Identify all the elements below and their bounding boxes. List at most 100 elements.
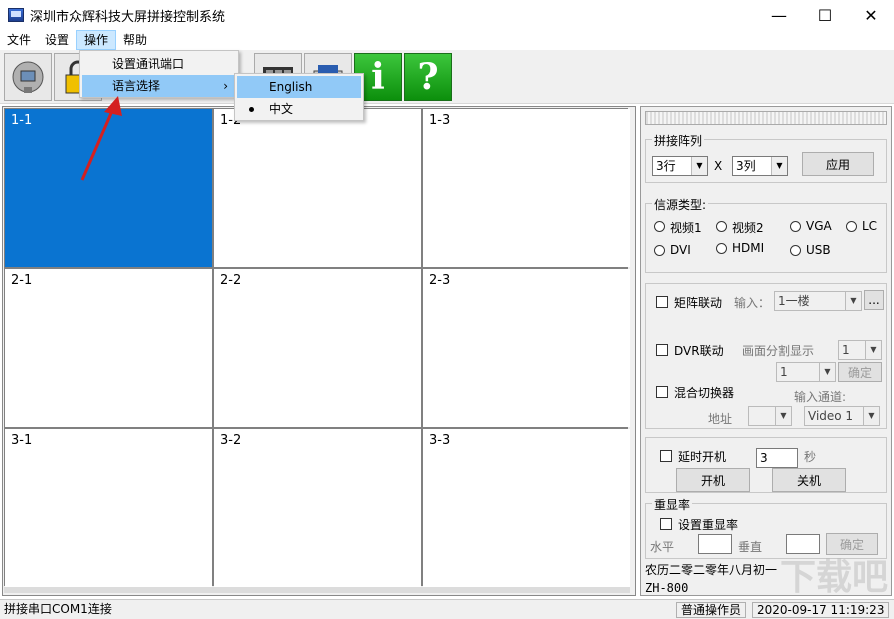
input-select[interactable]: 1一楼 ▼ [774, 291, 862, 311]
source-type-group: 信源类型: 视频1 视频2 VGA LC DVI HDMI USB [645, 196, 887, 273]
input-browse-button[interactable]: ... [864, 290, 884, 310]
satellite-icon [12, 61, 44, 93]
language-label: 语言选择 [112, 79, 161, 93]
matrix-label: 矩阵联动 [674, 296, 723, 310]
horizontal-scrollbar[interactable] [4, 587, 630, 593]
refresh-label: 设置重显率 [678, 518, 739, 532]
video2-label: 视频2 [732, 221, 764, 235]
power-off-button[interactable]: 关机 [772, 468, 846, 492]
grid-cell-2-3[interactable]: 2-3 [423, 269, 630, 427]
mixer-label: 混合切换器 [674, 386, 735, 400]
radio-video2[interactable] [716, 221, 727, 232]
delay-checkbox[interactable] [660, 450, 672, 462]
chevron-down-icon: ▼ [691, 157, 707, 175]
connect-tool-button[interactable] [4, 53, 52, 101]
help-tool-button[interactable]: ? [404, 53, 452, 101]
window-title: 深圳市众辉科技大屏拼接控制系统 [30, 9, 226, 25]
grid-cell-1-3[interactable]: 1-3 [423, 109, 630, 267]
chevron-down-icon: ▼ [863, 407, 879, 425]
grid-cell-1-1[interactable]: 1-1 [5, 109, 212, 267]
splice-array-title: 拼接阵列 [652, 132, 705, 149]
usb-label: USB [806, 243, 831, 257]
cols-select[interactable]: 3列 ▼ [732, 156, 788, 176]
mixer-checkbox[interactable] [656, 386, 668, 398]
radio-dvi[interactable] [654, 245, 665, 256]
rows-select[interactable]: 3行 ▼ [652, 156, 708, 176]
minimize-button[interactable]: — [756, 0, 802, 30]
linkage-group: 矩阵联动 输入： 1一楼 ▼ ... DVR联动 画面分割显示 1 ▼ 1 ▼ … [645, 283, 887, 429]
video1-label: 视频1 [670, 221, 702, 235]
radio-video1[interactable] [654, 221, 665, 232]
cols-value: 3列 [736, 159, 756, 173]
connection-status: 拼接串口COM1连接 [4, 602, 112, 616]
close-button[interactable]: ✕ [848, 0, 894, 30]
split-sub-value: 1 [780, 365, 788, 379]
grid-cell-1-2[interactable]: 1-2 [214, 109, 421, 267]
title-bar: 深圳市众辉科技大屏拼接控制系统 — ☐ ✕ [0, 0, 894, 30]
horizontal-input[interactable] [698, 534, 732, 554]
language-english[interactable]: English [237, 76, 361, 98]
grid-cell-2-2[interactable]: 2-2 [214, 269, 421, 427]
lc-label: LC [862, 219, 878, 233]
language-chinese[interactable]: 中文 [237, 98, 361, 120]
dvr-checkbox[interactable] [656, 344, 668, 356]
splice-grid-frame: 1-1 1-2 1-3 2-1 2-2 2-3 3-1 3-2 3-3 [2, 106, 636, 596]
language-submenu: English 中文 [234, 73, 364, 121]
channel-select[interactable]: Video 1 ▼ [804, 406, 880, 426]
rows-value: 3行 [656, 159, 676, 173]
power-on-button[interactable]: 开机 [676, 468, 750, 492]
refresh-checkbox[interactable] [660, 518, 672, 530]
radio-usb[interactable] [790, 245, 801, 256]
split-select[interactable]: 1 ▼ [838, 340, 882, 360]
split-value: 1 [842, 343, 850, 357]
lunar-date: 农历二零二零年八月初一 [645, 563, 778, 577]
source-type-title: 信源类型: [652, 196, 709, 213]
split-confirm-button[interactable]: 确定 [838, 362, 882, 382]
menu-bar: 文件 设置 操作 帮助 [0, 30, 894, 50]
seconds-unit-label: 秒 [804, 450, 817, 464]
chevron-down-icon: ▼ [775, 407, 791, 425]
grid-cell-3-2[interactable]: 3-2 [214, 429, 421, 587]
radio-hdmi[interactable] [716, 243, 727, 254]
input-label: 输入： [734, 296, 771, 310]
input-value: 1一楼 [778, 294, 810, 308]
radio-lc[interactable] [846, 221, 857, 232]
apply-button[interactable]: 应用 [802, 152, 874, 176]
grid-cell-2-1[interactable]: 2-1 [5, 269, 212, 427]
matrix-checkbox[interactable] [656, 296, 668, 308]
info-icon: i [371, 56, 385, 98]
operation-dropdown: 设置通讯端口 语言选择 › [79, 50, 239, 98]
menu-file[interactable]: 文件 [0, 30, 38, 50]
menu-help[interactable]: 帮助 [116, 30, 154, 50]
times-label: X [714, 159, 723, 173]
datetime: 2020-09-17 11:19:23 [752, 602, 890, 618]
delay-seconds-input[interactable]: 3 [756, 448, 798, 468]
chevron-down-icon: ▼ [771, 157, 787, 175]
delay-label: 延时开机 [678, 450, 727, 464]
splice-array-group: 拼接阵列 3行 ▼ X 3列 ▼ 应用 [645, 132, 887, 183]
grid-cell-3-3[interactable]: 3-3 [423, 429, 630, 587]
menu-operation[interactable]: 操作 [76, 30, 117, 50]
menu-item-language[interactable]: 语言选择 › [82, 75, 236, 97]
chinese-label: 中文 [269, 102, 294, 116]
chevron-down-icon: ▼ [819, 363, 835, 381]
address-label: 地址 [708, 412, 733, 426]
menu-settings[interactable]: 设置 [38, 30, 76, 50]
address-select[interactable]: ▼ [748, 406, 792, 426]
grid-cell-3-1[interactable]: 3-1 [5, 429, 212, 587]
help-icon: ? [417, 56, 439, 98]
menu-item-comm-port[interactable]: 设置通讯端口 [82, 53, 236, 75]
hdmi-label: HDMI [732, 241, 765, 255]
channel-value: Video 1 [808, 409, 854, 423]
split-sub-select[interactable]: 1 ▼ [776, 362, 836, 382]
radio-vga[interactable] [790, 221, 801, 232]
horizontal-label: 水平 [650, 540, 675, 554]
channel-label: 输入通道: [794, 390, 847, 404]
chevron-right-icon: › [223, 79, 228, 93]
maximize-button[interactable]: ☐ [802, 0, 848, 30]
panel-top-scrollbar[interactable] [645, 111, 887, 125]
vertical-label: 垂直 [738, 540, 763, 554]
chevron-down-icon: ▼ [845, 292, 861, 310]
control-panel: 拼接阵列 3行 ▼ X 3列 ▼ 应用 信源类型: 视频1 视频2 VGA LC… [640, 106, 892, 596]
user-role: 普通操作员 [676, 602, 747, 618]
